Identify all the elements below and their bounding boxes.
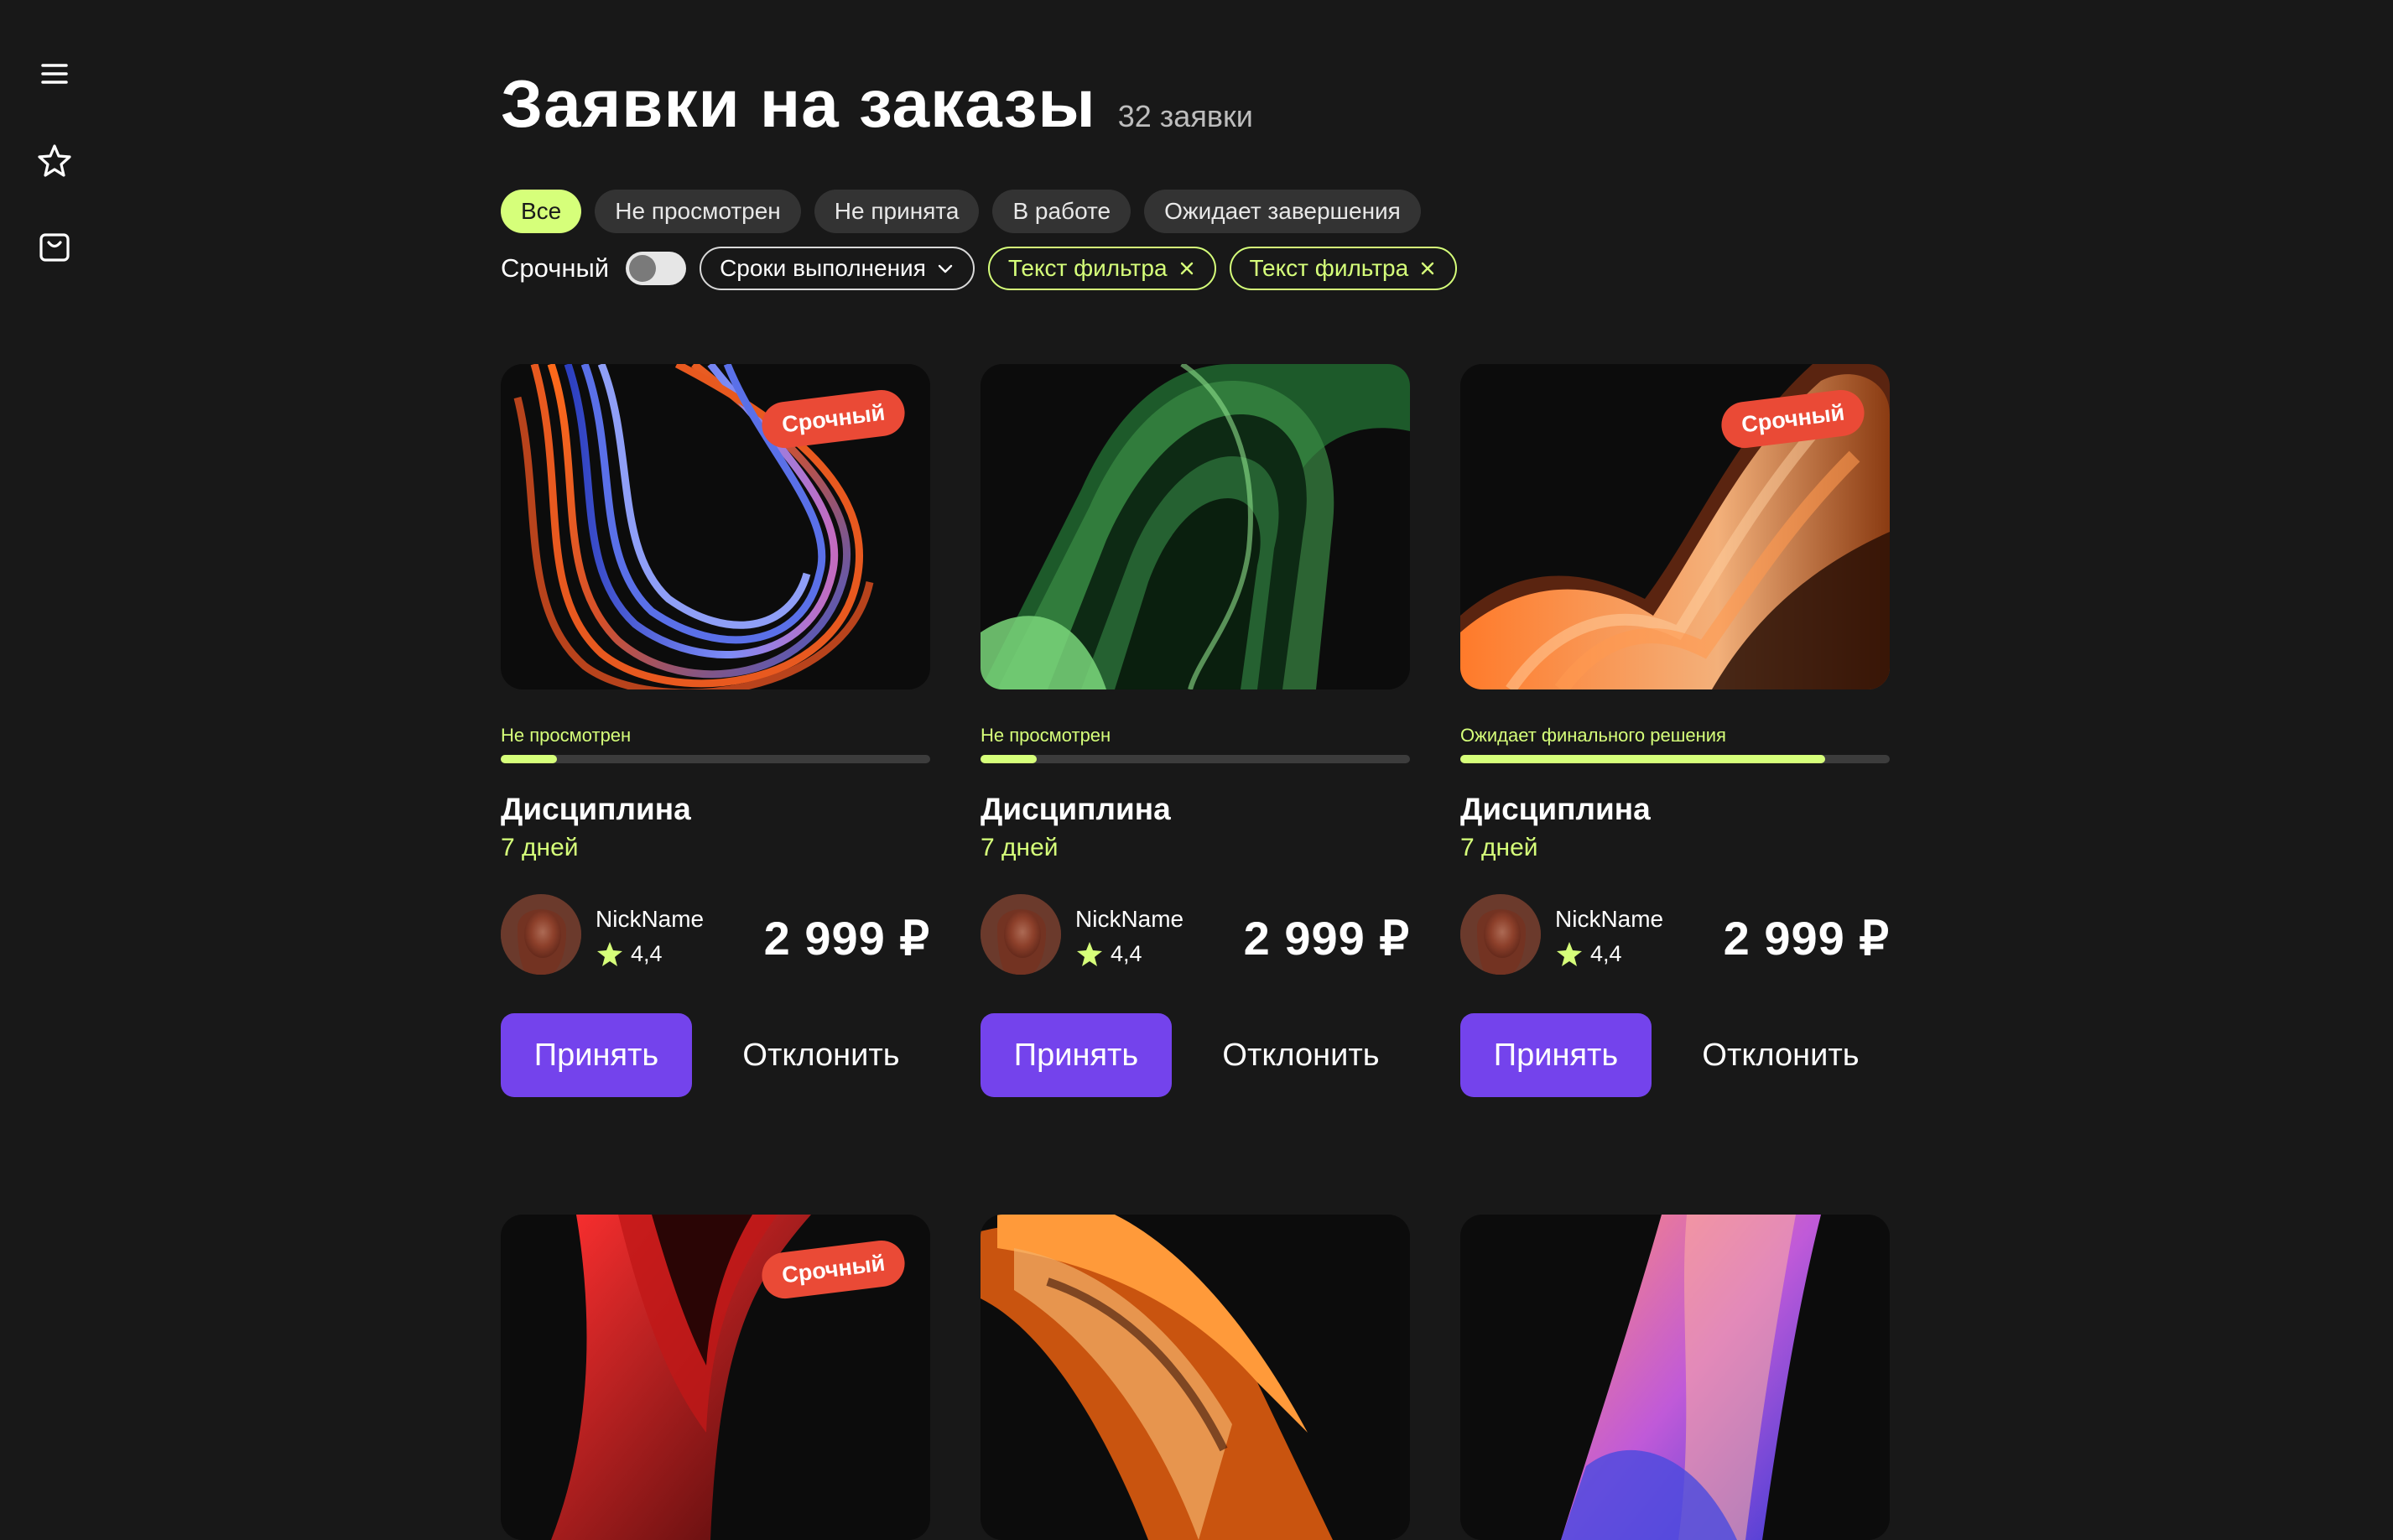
user-nickname[interactable]: NickName (596, 906, 704, 933)
card-deadline: 7 дней (1460, 834, 1538, 861)
bag-icon[interactable] (34, 226, 75, 268)
status-label: Не просмотрен (981, 725, 1111, 746)
menu-icon[interactable] (34, 53, 75, 95)
chevron-down-icon (938, 264, 953, 273)
tab-not-viewed[interactable]: Не просмотрен (595, 190, 801, 233)
avatar[interactable] (1460, 894, 1541, 975)
card-title: Дисциплина (501, 792, 691, 826)
user-nickname[interactable]: NickName (1075, 906, 1183, 933)
status-tabs: Все Не просмотрен Не принята В работе Ож… (501, 190, 1421, 233)
user-nickname[interactable]: NickName (1555, 906, 1663, 933)
user-rating: 4,4 (596, 939, 663, 968)
accept-button[interactable]: Принять (501, 1013, 692, 1097)
status-label: Ожидает финального решения (1460, 725, 1726, 746)
avatar[interactable] (981, 894, 1061, 975)
accept-button[interactable]: Принять (1460, 1013, 1652, 1097)
page-title: Заявки на заказы (501, 66, 1096, 141)
filter-tag-2[interactable]: Текст фильтра (1229, 247, 1458, 290)
progress-bar (501, 755, 930, 763)
card-image (981, 1215, 1410, 1540)
deadline-dropdown[interactable]: Сроки выполнения (700, 247, 975, 290)
progress-fill (501, 755, 557, 763)
card-title: Дисциплина (981, 792, 1171, 826)
decline-button[interactable]: Отклонить (1678, 1013, 1883, 1097)
close-icon[interactable] (1178, 259, 1196, 278)
card-deadline: 7 дней (501, 834, 579, 861)
tab-in-progress[interactable]: В работе (992, 190, 1131, 233)
avatar[interactable] (501, 894, 581, 975)
order-card: Срочный Ожидает финального решения Дисци… (1460, 364, 1890, 1097)
star-icon[interactable] (34, 140, 75, 182)
user-rating: 4,4 (1075, 939, 1142, 968)
status-label: Не просмотрен (501, 725, 632, 746)
price: 2 999 ₽ (1723, 912, 1890, 965)
accept-button[interactable]: Принять (981, 1013, 1172, 1097)
card-title: Дисциплина (1460, 792, 1651, 826)
decline-button[interactable]: Отклонить (719, 1013, 923, 1097)
order-card: Срочный Не просмотрен Дисциплина 7 дней … (501, 364, 930, 1097)
urgent-toggle[interactable] (626, 252, 687, 285)
decline-button[interactable]: Отклонить (1199, 1013, 1403, 1097)
price: 2 999 ₽ (1243, 912, 1410, 965)
filter-tag-2-label: Текст фильтра (1249, 255, 1409, 281)
tab-all[interactable]: Все (501, 190, 582, 233)
order-card (981, 1215, 1410, 1540)
rating-value: 4,4 (1590, 940, 1622, 966)
toggle-knob (629, 255, 657, 282)
star-icon (597, 942, 622, 966)
deadline-label: Сроки выполнения (720, 255, 926, 281)
title-row: Заявки на заказы 32 заявки (501, 65, 1253, 143)
star-icon (1557, 942, 1582, 966)
urgent-label: Срочный (501, 253, 610, 283)
star-icon (1077, 942, 1102, 966)
price: 2 999 ₽ (763, 912, 930, 965)
card-image: Срочный (1460, 364, 1890, 689)
order-card (1460, 1215, 1890, 1540)
rating-value: 4,4 (631, 940, 663, 966)
tab-awaiting-completion[interactable]: Ожидает завершения (1144, 190, 1421, 233)
user-rating: 4,4 (1555, 939, 1622, 968)
rating-value: 4,4 (1111, 940, 1142, 966)
card-image (981, 364, 1410, 689)
card-deadline: 7 дней (981, 834, 1059, 861)
progress-bar (981, 755, 1410, 763)
filter-row: Срочный Сроки выполнения Текст фильтра Т… (501, 247, 1458, 290)
card-image (1460, 1215, 1890, 1540)
tab-not-accepted[interactable]: Не принята (814, 190, 980, 233)
progress-bar (1460, 755, 1890, 763)
order-card: Не просмотрен Дисциплина 7 дней NickName… (981, 364, 1410, 1097)
orders-count: 32 заявки (1117, 99, 1253, 133)
card-image: Срочный (501, 364, 930, 689)
progress-fill (1460, 755, 1826, 763)
filter-tag-1[interactable]: Текст фильтра (987, 247, 1216, 290)
progress-fill (981, 755, 1037, 763)
sidebar (0, 0, 109, 1389)
order-card: Срочный (501, 1215, 930, 1540)
close-icon[interactable] (1418, 259, 1437, 278)
filter-tag-1-label: Текст фильтра (1007, 255, 1168, 281)
card-image: Срочный (501, 1215, 930, 1540)
